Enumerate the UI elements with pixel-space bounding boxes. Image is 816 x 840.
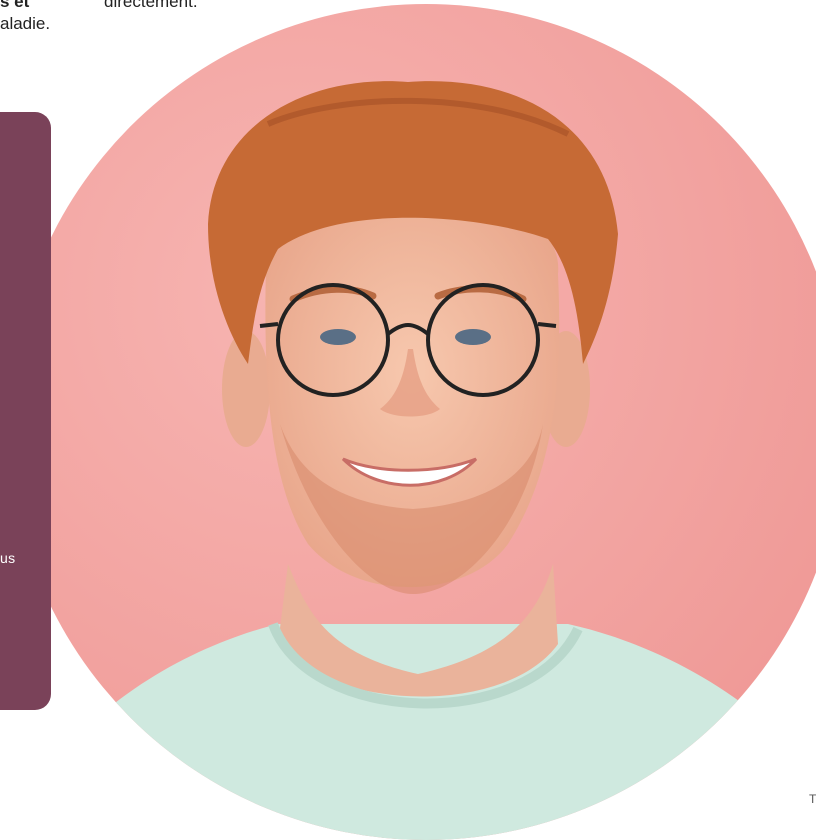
intro-text-fragment-3: directement. [104, 0, 198, 11]
right-eye [455, 329, 491, 345]
intro-text-fragment: s et [0, 0, 30, 11]
intro-text-fragment-2: aladie. [0, 14, 51, 33]
side-info-card: us [0, 112, 51, 710]
portrait-photo [8, 4, 816, 840]
corner-text-fragment: T [809, 792, 816, 806]
left-eye [320, 329, 356, 345]
side-card-text: us [0, 550, 16, 566]
